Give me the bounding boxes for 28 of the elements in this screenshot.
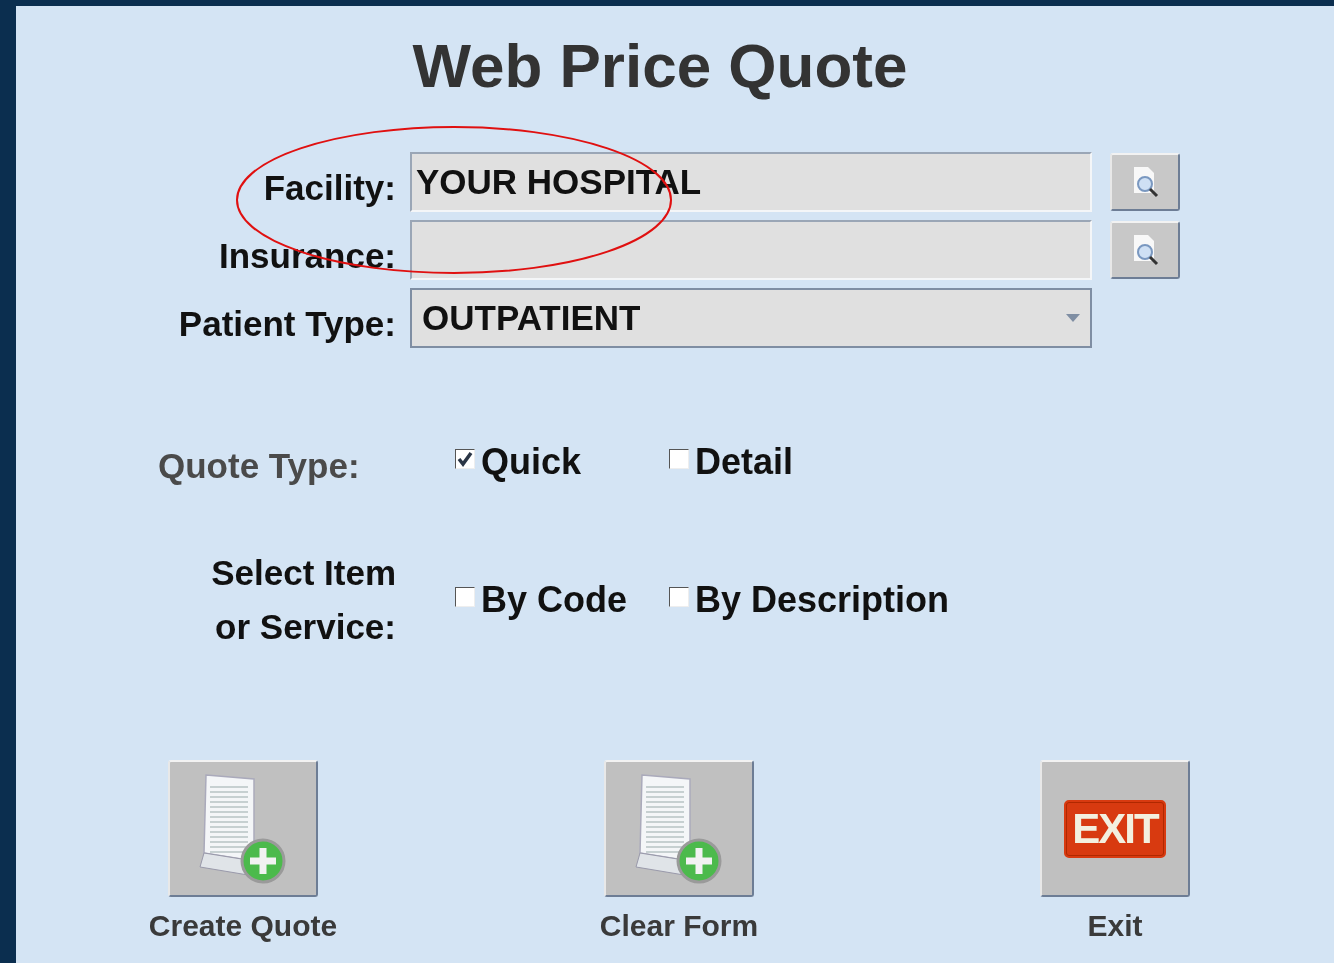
checkbox-label: By Description bbox=[695, 579, 950, 621]
button-label: Create Quote bbox=[148, 909, 338, 943]
exit-sign: EXIT bbox=[1064, 799, 1166, 858]
dropdown-value: OUTPATIENT bbox=[422, 298, 641, 338]
section-label: Select Item or Service: bbox=[210, 552, 396, 648]
field-label: Facility: bbox=[262, 167, 396, 208]
lookup-button[interactable] bbox=[1110, 153, 1180, 211]
button-label: Exit bbox=[1087, 909, 1143, 943]
text-field[interactable] bbox=[410, 220, 1092, 280]
checkbox-label: Detail bbox=[695, 441, 794, 483]
action-button[interactable] bbox=[168, 760, 318, 897]
section-label: Quote Type: bbox=[157, 445, 361, 486]
exit-button[interactable]: EXIT bbox=[1040, 760, 1190, 897]
dropdown[interactable]: OUTPATIENT bbox=[410, 288, 1092, 348]
dropdown-arrow-icon bbox=[1066, 314, 1080, 322]
button-label: Clear Form bbox=[599, 909, 759, 943]
checkbox-label: Quick bbox=[481, 441, 582, 483]
page-title: Web Price Quote bbox=[411, 30, 909, 102]
checkbox[interactable] bbox=[669, 587, 689, 607]
document-add-icon bbox=[634, 771, 724, 886]
checkbox[interactable] bbox=[455, 449, 475, 469]
checkbox[interactable] bbox=[669, 449, 689, 469]
checkbox[interactable] bbox=[455, 587, 475, 607]
checkbox-label: By Code bbox=[481, 579, 628, 621]
action-button[interactable] bbox=[604, 760, 754, 897]
document-add-icon bbox=[198, 771, 288, 886]
field-label: Patient Type: bbox=[177, 303, 396, 344]
lookup-button[interactable] bbox=[1110, 221, 1180, 279]
